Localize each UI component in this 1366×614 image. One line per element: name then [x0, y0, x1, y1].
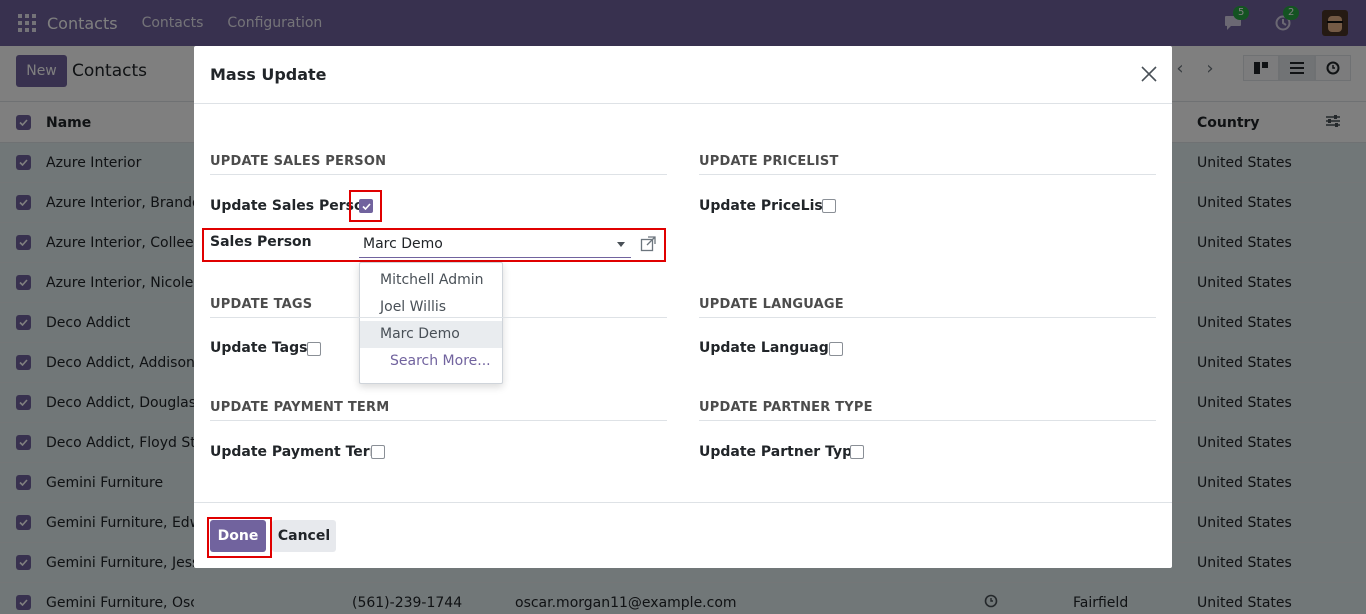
section-pricelist-title: UPDATE PRICELIST — [699, 154, 1156, 175]
section-partner-type-title: UPDATE PARTNER TYPE — [699, 400, 1156, 421]
cancel-button[interactable]: Cancel — [272, 520, 336, 552]
mass-update-dialog: Mass Update UPDATE SALES PERSON Update S… — [194, 46, 1172, 568]
sales-person-row-highlight — [202, 228, 666, 262]
done-button-highlight — [207, 517, 272, 558]
update-pricelist-checkbox[interactable] — [822, 199, 836, 213]
update-tags-checkbox[interactable] — [307, 342, 321, 356]
update-partner-type-checkbox[interactable] — [850, 445, 864, 459]
update-language-checkbox[interactable] — [829, 342, 843, 356]
dropdown-option-mitchell-admin[interactable]: Mitchell Admin — [360, 267, 502, 294]
section-payment-term-title: UPDATE PAYMENT TERM — [210, 400, 667, 421]
section-language-title: UPDATE LANGUAGE — [699, 297, 1156, 318]
update-partner-type-label: Update Partner Type — [699, 444, 862, 460]
section-sales-person-title: UPDATE SALES PERSON — [210, 154, 667, 175]
checkbox-highlight — [349, 190, 382, 222]
update-payment-term-label: Update Payment Term — [210, 444, 385, 460]
dropdown-option-marc-demo[interactable]: Marc Demo — [360, 321, 502, 348]
modal-footer: Done Cancel — [194, 502, 1172, 568]
update-payment-term-checkbox[interactable] — [371, 445, 385, 459]
dropdown-search-more[interactable]: Search More... — [360, 348, 502, 375]
sales-person-dropdown: Mitchell Admin Joel Willis Marc Demo Sea… — [359, 262, 503, 384]
update-language-label: Update Language — [699, 340, 839, 356]
update-tags-label: Update Tags — [210, 340, 308, 356]
modal-header: Mass Update — [194, 46, 1172, 104]
modal-title: Mass Update — [210, 65, 327, 84]
section-tags-title: UPDATE TAGS — [210, 297, 667, 318]
update-pricelist-label: Update PriceList — [699, 198, 830, 214]
close-icon[interactable] — [1140, 65, 1158, 83]
